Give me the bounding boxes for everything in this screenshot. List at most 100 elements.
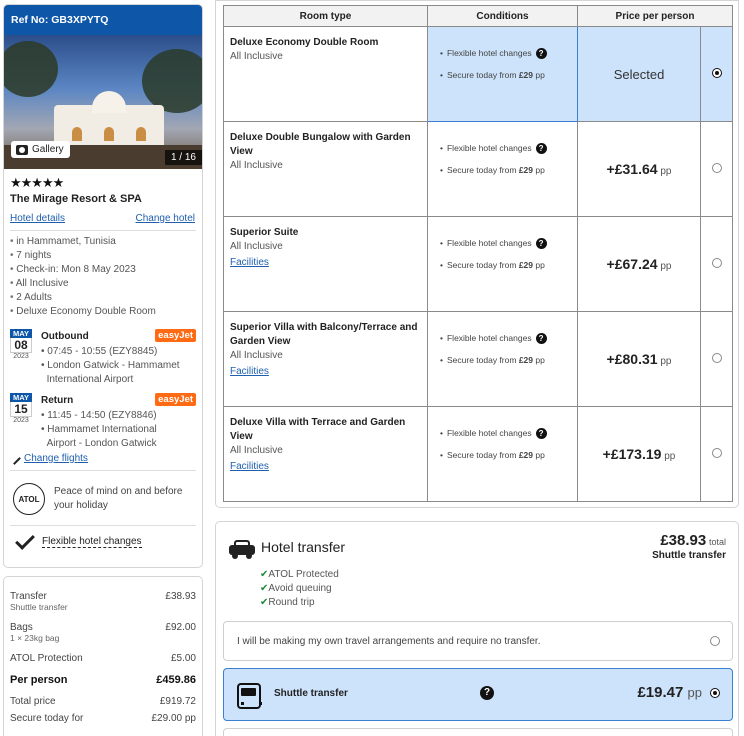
hotel-photo[interactable]: Gallery 1 / 16 [4,35,202,169]
star-rating: ★★★★★ [10,175,64,190]
bags-label: Bags [10,622,33,633]
taxi-icon [229,539,255,559]
bus-icon [237,683,262,709]
detail-guests: 2 Adults [10,291,202,305]
detail-room: Deluxe Economy Double Room [10,305,202,319]
bags-value: £92.00 [165,622,196,633]
easyjet-logo: easyJet [155,393,196,406]
room-row[interactable]: Superior Suite All Inclusive Facilities … [223,216,733,312]
hotel-details-link[interactable]: Hotel details [10,213,65,224]
conditions-cell: Flexible hotel changes? Secure today fro… [427,121,578,217]
help-icon[interactable]: ? [535,332,547,344]
detail-location: in Hammamet, Tunisia [10,235,202,249]
room-name: Deluxe Economy Double Room [230,37,379,48]
facilities-link[interactable]: Facilities [230,461,269,472]
trip-details: in Hammamet, Tunisia 7 nights Check-in: … [10,235,202,319]
transfer-title: Hotel transfer [261,539,346,555]
return-flight: MAY 15 2023 Return easyJet 11:45 - 14:50… [10,393,196,449]
room-price: +£31.64 [606,161,658,177]
condition-secure: Secure today from £29 pp [446,260,545,270]
room-row[interactable]: Superior Villa with Balcony/Terrace and … [223,311,733,407]
select-cell[interactable] [700,406,733,502]
facilities-link[interactable]: Facilities [230,366,269,377]
condition-flexible: Flexible hotel changes [446,428,532,438]
room-row[interactable]: Deluxe Double Bungalow with Garden View … [223,121,733,217]
flexible-changes-label[interactable]: Flexible hotel changes [42,536,142,548]
room-price: +£173.19 [602,446,662,462]
header-conditions: Conditions [427,5,578,27]
select-cell[interactable] [700,311,733,407]
reference-number: Ref No: GB3XPYTQ [4,5,202,35]
room-radio[interactable] [711,162,722,173]
checkmark-icon [15,530,35,550]
shuttle-name: Shuttle transfer [274,688,348,699]
flight-route: Hammamet International [41,423,196,437]
conditions-cell: Flexible hotel changes? Secure today fro… [427,216,578,312]
room-type-cell: Deluxe Double Bungalow with Garden View … [223,121,428,217]
price-cell: +£67.24 pp [577,216,701,312]
pencil-icon [8,452,21,465]
help-icon[interactable]: ? [480,686,494,700]
atol-label: ATOL Protection [10,653,83,664]
room-radio[interactable] [711,67,722,78]
transfer-total-label: total [708,537,726,547]
selected-label: Selected [613,66,665,82]
transfer-label: Transfer [10,591,47,602]
change-hotel-link[interactable]: Change hotel [136,213,196,224]
room-radio[interactable] [711,447,722,458]
shuttle-radio[interactable] [710,688,720,698]
help-icon[interactable]: ? [535,237,547,249]
help-icon[interactable]: ? [535,142,547,154]
total-label: Total price [10,696,56,707]
room-row[interactable]: Deluxe Economy Double Room All Inclusive… [223,26,733,122]
transfer-sub: Shuttle transfer [10,602,68,612]
shuttle-price: £19.47 pp [637,684,702,701]
per-person-unit: pp [660,166,672,177]
transfer-value: £38.93 [165,591,196,602]
help-icon[interactable]: ? [535,47,547,59]
gallery-button[interactable]: Gallery [11,141,70,158]
shuttle-transfer-option[interactable]: Shuttle transfer ? £19.47 pp [223,668,733,721]
room-radio[interactable] [711,257,722,268]
flight-title: Return [41,395,74,406]
no-transfer-radio[interactable] [710,636,720,646]
calendar-icon: MAY 08 2023 [10,329,32,360]
select-cell[interactable] [700,216,733,312]
room-type-cell: Deluxe Villa with Terrace and Garden Vie… [223,406,428,502]
peace-of-mind-text: Peace of mind on and before your holiday [54,486,183,511]
total-value: £919.72 [159,696,196,707]
change-flights-link[interactable]: Change flights [24,453,88,464]
room-price: +£67.24 [606,256,658,272]
per-person-unit: pp [660,261,672,272]
easyjet-logo: easyJet [155,329,196,342]
room-row[interactable]: Deluxe Villa with Terrace and Garden Vie… [223,406,733,502]
price-breakdown: Transfer £38.93 Shuttle transfer Bags £92.… [3,576,203,736]
condition-secure: Secure today from £29 pp [446,450,545,460]
flight-route-cont: Airport - London Gatwick [46,438,157,449]
room-board: All Inclusive [230,51,283,62]
perk-item: Round trip [260,596,339,610]
help-icon[interactable]: ? [535,427,547,439]
per-person-value: £459.86 [156,674,196,686]
change-flights-row[interactable]: Change flights [8,452,202,465]
per-person-unit: pp [660,356,672,367]
condition-flexible: Flexible hotel changes [446,143,532,153]
atol-peace-of-mind: ATOL Peace of mind on and before your ho… [10,475,196,525]
no-transfer-option[interactable]: I will be making my own travel arrangeme… [223,621,733,661]
divider [10,525,196,526]
flight-route: London Gatwick - Hammamet [41,359,196,373]
flexible-changes-row: Flexible hotel changes [10,530,202,550]
select-cell[interactable] [700,121,733,217]
room-radio[interactable] [711,352,722,363]
room-type-cell: Deluxe Economy Double Room All Inclusive [223,26,428,122]
condition-secure: Secure today from £29 pp [446,70,545,80]
next-transfer-option[interactable] [223,728,733,736]
select-cell[interactable] [700,26,733,122]
conditions-cell: Flexible hotel changes? Secure today fro… [427,26,578,122]
outbound-flight: MAY 08 2023 Outbound easyJet 07:45 - 10:… [10,329,196,385]
facilities-link[interactable]: Facilities [230,257,269,268]
secure-value: £29.00 pp [151,713,197,724]
hotel-name: The Mirage Resort & SPA [10,193,142,205]
room-name: Deluxe Double Bungalow with Garden View [230,132,411,157]
room-board: All Inclusive [230,445,283,456]
